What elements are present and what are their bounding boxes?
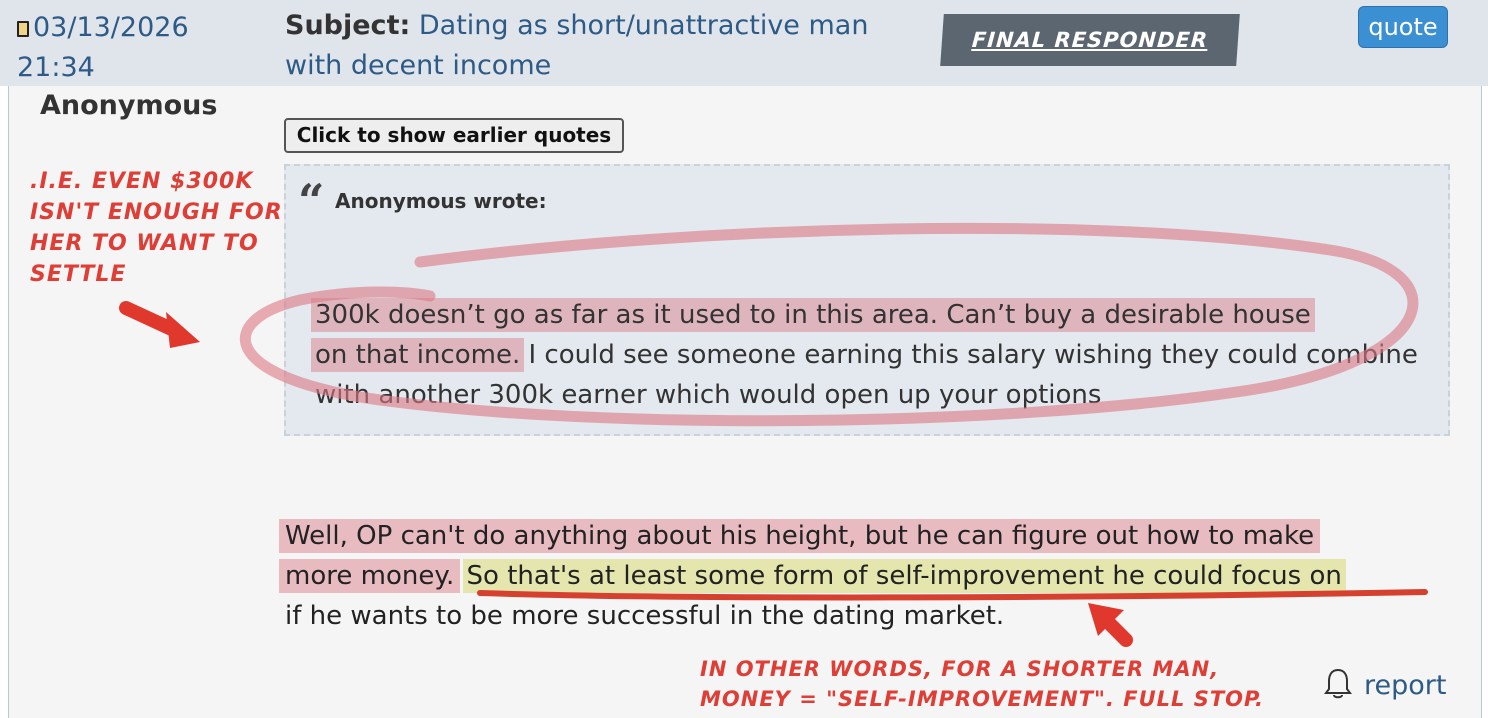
annotation-overlay — [119, 222, 1428, 699]
annotation-bottom-line-1: IN OTHER WORDS, FOR A SHORTER MAN, — [700, 657, 1220, 681]
arrow-left-icon — [119, 301, 200, 348]
annotation-left-note: .I.E. EVEN $300K ISN'T ENOUGH FOR HER TO… — [30, 169, 283, 287]
annotation-bottom-note: IN OTHER WORDS, FOR A SHORTER MAN, MONEY… — [700, 654, 1320, 714]
annotation-bottom-line-2: MONEY = "SELF-IMPROVEMENT". FULL STOP. — [700, 687, 1264, 711]
report-label[interactable]: report — [1364, 670, 1446, 701]
report-link[interactable]: report — [1364, 668, 1446, 704]
red-ellipse-scribble — [239, 222, 1419, 427]
underline-scribble — [477, 589, 1428, 601]
arrow-bottom-icon — [1088, 603, 1133, 647]
bell-icon[interactable] — [1324, 668, 1352, 699]
